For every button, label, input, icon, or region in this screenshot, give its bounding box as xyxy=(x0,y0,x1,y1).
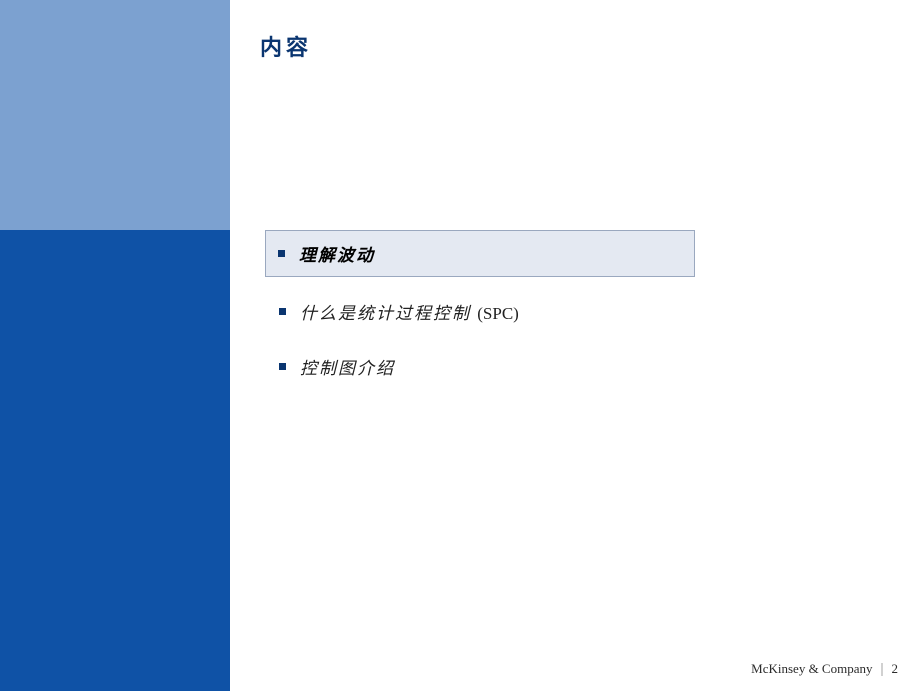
footer-divider-icon: | xyxy=(880,662,883,677)
slide-footer: McKinsey & Company | 2 xyxy=(751,661,898,677)
list-item: 控制图介绍 xyxy=(265,346,695,387)
list-item: 什么是统计过程控制 (SPC) xyxy=(265,291,695,332)
list-item-highlighted: 理解波动 xyxy=(265,230,695,277)
footer-company: McKinsey & Company xyxy=(751,661,872,677)
list-item-label: 控制图介绍 xyxy=(300,354,395,379)
bullet-icon xyxy=(279,308,286,315)
list-item-label: 理解波动 xyxy=(299,241,375,266)
slide-title: 内容 xyxy=(260,30,312,62)
list-item-label: 什么是统计过程控制 (SPC) xyxy=(300,299,519,324)
content-list: 理解波动 什么是统计过程控制 (SPC) 控制图介绍 xyxy=(265,230,695,401)
bullet-icon xyxy=(279,363,286,370)
sidebar-bottom-panel xyxy=(0,230,230,691)
bullet-icon xyxy=(278,250,285,257)
sidebar-top-panel xyxy=(0,0,230,230)
footer-page-number: 2 xyxy=(892,661,899,677)
